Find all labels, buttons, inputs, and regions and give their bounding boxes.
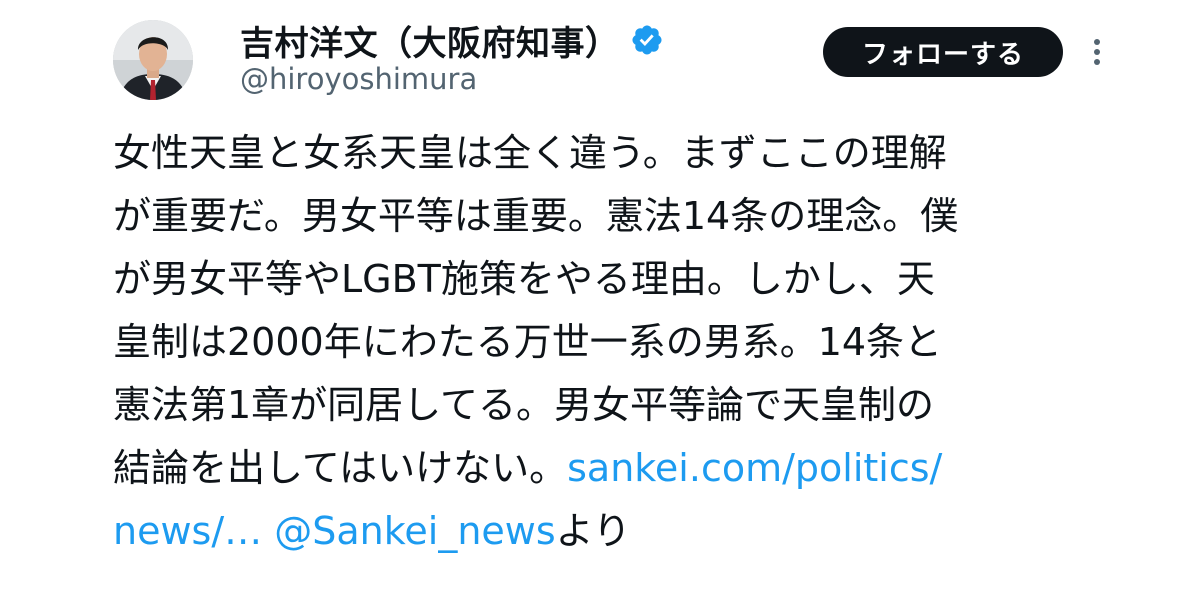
tweet-text-suffix: より: [555, 509, 631, 553]
verified-badge-icon: [630, 23, 664, 57]
tweet-text-line: 結論を出してはいけない。sankei.com/politics/: [113, 437, 1088, 500]
follow-button[interactable]: フォローする: [823, 27, 1063, 77]
avatar-image: [113, 20, 193, 100]
tweet-text-line: news/… @Sankei_newsより: [113, 500, 1088, 563]
tweet-text-segment: 結論を出してはいけない。: [113, 446, 568, 490]
article-link-continued[interactable]: news/…: [113, 509, 262, 553]
display-name[interactable]: 吉村洋文（大阪府知事）: [240, 16, 620, 65]
tweet-text-line: 憲法第1章が同居してる。男女平等論で天皇制の: [113, 383, 935, 427]
more-vertical-icon[interactable]: [1085, 32, 1109, 72]
article-link[interactable]: sankei.com/politics/: [567, 446, 942, 490]
tweet-text: 女性天皇と女系天皇は全く違う。まずここの理解 が重要だ。男女平等は重要。憲法14…: [113, 122, 1088, 563]
tweet-text-line: 皇制は2000年にわたる万世一系の男系。14条と: [113, 320, 943, 364]
avatar[interactable]: [113, 20, 193, 100]
tweet-text-line: が重要だ。男女平等は重要。憲法14条の理念。僕: [113, 194, 959, 238]
user-handle[interactable]: @hiroyoshimura: [240, 62, 477, 96]
name-row: 吉村洋文（大阪府知事）: [240, 16, 664, 64]
tweet-text-line: が男女平等やLGBT施策をやる理由。しかし、天: [113, 257, 935, 301]
tweet-card: 吉村洋文（大阪府知事） @hiroyoshimura フォローする 女性天皇と女…: [0, 0, 1200, 615]
mention-link[interactable]: @Sankei_news: [274, 509, 555, 553]
tweet-text-line: 女性天皇と女系天皇は全く違う。まずここの理解: [113, 131, 947, 175]
